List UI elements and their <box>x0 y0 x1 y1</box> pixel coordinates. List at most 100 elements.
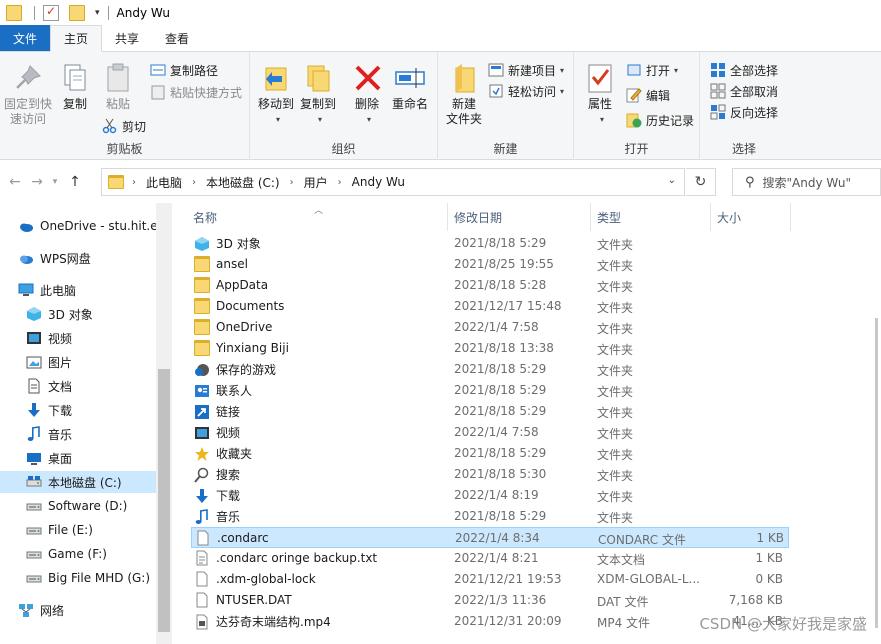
properties-button[interactable]: 属性 ▾ <box>584 62 616 127</box>
clipboard-group: 固定到快 速访问 复制 粘贴 复制路径 粘贴快捷方式 剪切 剪贴板 <box>0 52 250 160</box>
select-group-label: 选择 <box>731 142 756 156</box>
nav-item[interactable]: WPS网盘 <box>0 247 156 269</box>
nav-item[interactable]: 网络 <box>0 599 156 621</box>
file-type: 文件夹 <box>597 427 634 441</box>
file-row[interactable]: ansel 2021/8/25 19:55 文件夹 <box>191 254 789 275</box>
breadcrumb-local-disk[interactable]: 本地磁盘 (C:) <box>206 174 280 191</box>
nav-scrollbar-thumb[interactable] <box>158 369 170 632</box>
delete-button[interactable]: 删除 ▾ <box>352 62 382 127</box>
breadcrumb-this-pc[interactable]: 此电脑 <box>146 174 182 191</box>
chevron-right-icon[interactable]: › <box>290 177 294 188</box>
file-date: 2021/8/18 5:30 <box>454 467 547 481</box>
file-row[interactable]: .condarc oringe backup.txt 2022/1/4 8:21 文… <box>191 548 789 569</box>
paste-shortcut-button[interactable]: 粘贴快捷方式 <box>150 82 242 102</box>
file-row[interactable]: 下载 2022/1/4 8:19 文件夹 <box>191 485 789 506</box>
file-row[interactable]: OneDrive 2022/1/4 7:58 文件夹 <box>191 317 789 338</box>
column-header-date[interactable]: 修改日期 <box>448 203 591 231</box>
new-group-label: 新建 <box>493 142 518 156</box>
file-row[interactable]: Yinxiang Biji 2021/8/18 13:38 文件夹 <box>191 338 789 359</box>
new-item-button[interactable]: 新建项目 ▾ <box>488 60 564 80</box>
invert-selection-button[interactable]: 反向选择 <box>710 102 778 122</box>
column-header-type[interactable]: 类型 <box>591 203 711 231</box>
file-row[interactable]: .condarc 2022/1/4 8:34 CONDARC 文件 1 KB <box>191 527 789 548</box>
chevron-down-icon[interactable]: ⌄ <box>668 175 676 186</box>
file-row[interactable]: .xdm-global-lock 2021/12/21 19:53 XDM-GLOB… <box>191 569 789 590</box>
select-none-label: 全部取消 <box>730 84 779 99</box>
tab-file[interactable]: 文件 <box>0 25 50 51</box>
file-row[interactable]: 联系人 2021/8/18 5:29 文件夹 <box>191 380 789 401</box>
nav-item[interactable]: 视频 <box>0 327 156 349</box>
refresh-icon[interactable]: ↻ <box>686 168 716 196</box>
file-name: .condarc <box>217 531 269 545</box>
nav-item[interactable]: 图片 <box>0 351 156 373</box>
nav-item[interactable]: 文档 <box>0 375 156 397</box>
contacts-icon <box>194 383 210 399</box>
nav-item[interactable]: Big File MHD (G:) <box>0 567 156 589</box>
history-button[interactable]: 历史记录 <box>626 110 694 130</box>
forward-arrow-icon[interactable]: → <box>26 174 48 190</box>
rename-button[interactable]: 重命名 <box>388 62 432 112</box>
nav-item[interactable]: File (E:) <box>0 519 156 541</box>
edit-button[interactable]: 编辑 <box>626 85 670 105</box>
file-name: 收藏夹 <box>216 447 253 461</box>
nav-item[interactable]: Game (F:) <box>0 543 156 565</box>
breadcrumb-andy-wu[interactable]: Andy Wu <box>352 175 405 189</box>
nav-item[interactable]: 桌面 <box>0 447 156 469</box>
back-arrow-icon[interactable]: ← <box>4 174 26 190</box>
chevron-right-icon[interactable]: › <box>338 177 342 188</box>
file-list-scrollbar-thumb[interactable] <box>875 318 878 628</box>
copy-button[interactable]: 复制 <box>58 62 92 112</box>
breadcrumb-users[interactable]: 用户 <box>304 174 328 191</box>
open-button[interactable]: 打开 ▾ <box>626 60 678 80</box>
file-row[interactable]: 收藏夹 2021/8/18 5:29 文件夹 <box>191 443 789 464</box>
new-folder-button[interactable]: 新建 文件夹 <box>442 62 486 127</box>
nav-item[interactable]: 此电脑 <box>0 279 156 301</box>
chevron-right-icon[interactable]: › <box>132 177 136 188</box>
search-box[interactable]: ⚲ 搜索"Andy Wu" <box>732 168 881 196</box>
tab-home[interactable]: 主页 <box>50 25 103 52</box>
copy-to-button[interactable]: 复制到 ▾ <box>298 62 338 127</box>
tab-view[interactable]: 查看 <box>152 25 202 51</box>
file-row[interactable]: 3D 对象 2021/8/18 5:29 文件夹 <box>191 233 789 254</box>
nav-item[interactable]: 下载 <box>0 399 156 421</box>
file-row[interactable]: AppData 2021/8/18 5:28 文件夹 <box>191 275 789 296</box>
file-row[interactable]: 链接 2021/8/18 5:29 文件夹 <box>191 401 789 422</box>
recent-locations-chevron-icon[interactable]: ▾ <box>48 177 62 187</box>
nav-item[interactable]: 本地磁盘 (C:) <box>0 471 156 493</box>
new-folder-icon[interactable] <box>69 5 85 21</box>
cut-button[interactable]: 剪切 <box>102 116 146 136</box>
folder-icon[interactable] <box>6 5 22 21</box>
column-header-size[interactable]: 大小 <box>711 203 791 231</box>
file-row[interactable]: 视频 2022/1/4 7:58 文件夹 <box>191 422 789 443</box>
pictures-icon <box>26 354 42 370</box>
nav-item[interactable]: OneDrive - stu.hit.edu.cn <box>0 215 156 237</box>
paste-button[interactable]: 粘贴 <box>98 62 138 112</box>
folder-icon <box>108 175 124 189</box>
select-none-button[interactable]: 全部取消 <box>710 81 778 101</box>
chevron-down-icon: ▾ <box>366 115 371 124</box>
address-bar[interactable]: › 此电脑 › 本地磁盘 (C:) › 用户 › Andy Wu ⌄ <box>101 168 685 196</box>
file-size: 1 KB <box>756 531 784 545</box>
pin-quick-access-button[interactable]: 固定到快 速访问 <box>2 62 54 127</box>
nav-item[interactable]: Software (D:) <box>0 495 156 517</box>
nav-item[interactable]: 音乐 <box>0 423 156 445</box>
up-arrow-icon[interactable]: ↑ <box>62 174 88 190</box>
nav-scrollbar[interactable] <box>156 203 172 644</box>
select-group: 全部选择 全部取消 反向选择 选择 <box>700 52 788 160</box>
file-row[interactable]: 保存的游戏 2021/8/18 5:29 文件夹 <box>191 359 789 380</box>
move-to-button[interactable]: 移动到 ▾ <box>256 62 296 127</box>
chevron-down-icon[interactable]: ▾ <box>95 8 100 18</box>
file-row[interactable]: 音乐 2021/8/18 5:29 文件夹 <box>191 506 789 527</box>
tab-share[interactable]: 共享 <box>102 25 152 51</box>
column-header-name[interactable]: 名称 <box>187 203 448 231</box>
properties-icon[interactable] <box>43 4 59 21</box>
chevron-right-icon[interactable]: › <box>192 177 196 188</box>
select-all-button[interactable]: 全部选择 <box>710 60 778 80</box>
file-row[interactable]: 搜索 2021/8/18 5:30 文件夹 <box>191 464 789 485</box>
easy-access-button[interactable]: 轻松访问 ▾ <box>488 81 564 101</box>
file-row[interactable]: Documents 2021/12/17 15:48 文件夹 <box>191 296 789 317</box>
file-row[interactable]: NTUSER.DAT 2022/1/3 11:36 DAT 文件 7,168 KB <box>191 590 789 611</box>
file-list-scrollbar[interactable] <box>875 203 881 644</box>
nav-item[interactable]: 3D 对象 <box>0 303 156 325</box>
copy-path-button[interactable]: 复制路径 <box>150 60 218 80</box>
